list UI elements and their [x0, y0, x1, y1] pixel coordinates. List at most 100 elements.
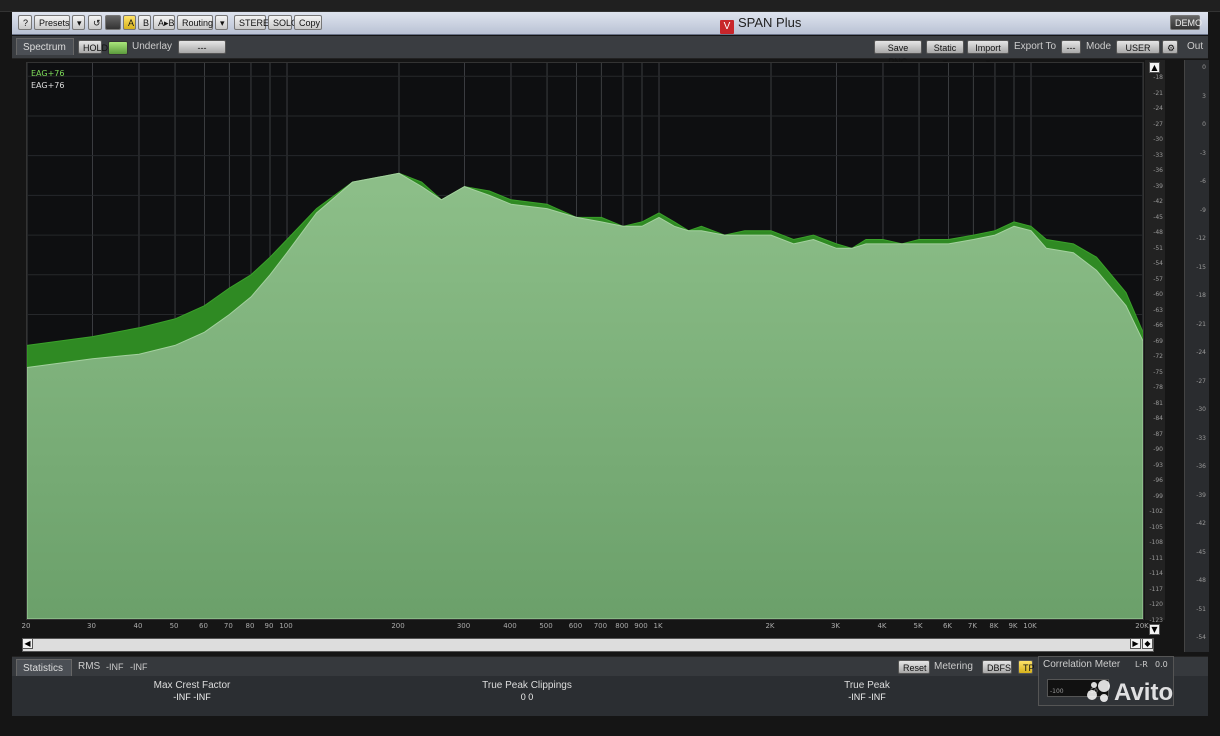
true-peak-toggle[interactable]: TP — [1018, 660, 1035, 674]
true-peak-value: -INF -INF — [848, 692, 886, 702]
out-tick-label: -18 — [1196, 292, 1206, 299]
true-peak-clippings: True Peak Clippings 0 0 — [462, 680, 592, 702]
a-button[interactable]: A — [123, 15, 136, 30]
zoom-diamond-icon[interactable]: ◆ — [1142, 638, 1153, 649]
lr-label: L-R — [1135, 660, 1148, 669]
db-tick-label: -36 — [1153, 167, 1163, 174]
static-dropdown[interactable]: Static ▾ — [926, 40, 964, 67]
frequency-tick-label: 4K — [877, 622, 887, 630]
tab-out[interactable]: Out — [1187, 40, 1203, 54]
frequency-tick-label: 20K — [1135, 622, 1149, 630]
tab-spectrum[interactable]: Spectrum — [16, 38, 74, 55]
routing-button[interactable]: Routing — [177, 15, 213, 30]
underlay-select[interactable]: --- — [178, 40, 226, 54]
import-dropdown[interactable]: Import ▾ — [967, 40, 1009, 67]
out-tick-label: -24 — [1196, 349, 1206, 356]
settings-gear-icon[interactable]: ⚙ — [1162, 40, 1178, 54]
frequency-tick-label: 50 — [169, 622, 179, 630]
db-tick-label: -42 — [1153, 198, 1163, 205]
presets-dropdown-button[interactable]: ▾ — [72, 15, 85, 30]
frequency-tick-label: 60 — [199, 622, 208, 630]
horizontal-scrollbar[interactable]: ◀ ▶ ◆ — [22, 638, 1154, 652]
frequency-tick-label: 9K — [1008, 622, 1018, 630]
out-tick-label: -33 — [1196, 434, 1206, 442]
frequency-tick-label: 80 — [245, 622, 255, 630]
db-tick-label: -99 — [1153, 492, 1163, 500]
tab-statistics[interactable]: Statistics — [16, 659, 72, 676]
frequency-tick-label: 40 — [133, 622, 143, 630]
correlation-label: Correlation Meter — [1043, 659, 1121, 670]
db-tick-label: -87 — [1153, 430, 1163, 438]
help-button[interactable]: ? — [18, 15, 32, 30]
out-tick-label: -9 — [1200, 206, 1206, 214]
bottom-strip — [0, 718, 1220, 736]
out-tick-label: -36 — [1196, 463, 1206, 470]
stereo-button[interactable]: STEREO — [234, 15, 276, 30]
out-tick-label: -3 — [1200, 149, 1206, 157]
frequency-tick-label: 2K — [765, 622, 775, 630]
db-tick-label: -69 — [1153, 337, 1163, 345]
a-to-b-button[interactable]: A▸B — [153, 15, 175, 30]
frequency-tick-label: 30 — [87, 622, 96, 630]
db-tick-label: -27 — [1153, 120, 1163, 128]
out-tick-label: -39 — [1196, 491, 1206, 499]
db-tick-label: -51 — [1153, 244, 1163, 252]
mode-label: Mode — [1086, 41, 1112, 52]
db-tick-label: -48 — [1153, 229, 1163, 236]
undo-icon[interactable]: ↺ — [88, 15, 102, 30]
frequency-tick-label: 6K — [942, 622, 953, 630]
metering-label: Metering — [934, 661, 973, 672]
db-tick-label: -108 — [1149, 539, 1163, 546]
max-crest-factor: Max Crest Factor -INF -INF — [132, 680, 252, 702]
db-tick-label: -45 — [1153, 213, 1163, 221]
mode-select[interactable]: USER — [1116, 40, 1160, 54]
frequency-tick-label: 800 — [615, 622, 629, 630]
db-tick-label: -18 — [1153, 74, 1163, 81]
out-tick-label: -12 — [1196, 235, 1206, 242]
hold-button[interactable]: HOLD — [78, 40, 108, 54]
export-to-label: Export To — [1014, 41, 1057, 52]
solo-button[interactable]: SOLO — [268, 15, 298, 30]
db-tick-label: -33 — [1153, 151, 1163, 159]
reset-button[interactable]: Reset — [898, 660, 930, 674]
scale-down-arrow-icon[interactable]: ▼ — [1149, 624, 1160, 635]
db-tick-label: -111 — [1149, 554, 1163, 562]
routing-dropdown-button[interactable]: ▾ — [215, 15, 228, 30]
b-button[interactable]: B — [138, 15, 151, 30]
scroll-left-arrow-icon[interactable]: ◀ — [22, 638, 33, 649]
presets-button[interactable]: Presets — [34, 15, 70, 30]
save-png-button[interactable]: Save PNG — [874, 40, 922, 67]
out-tick-label: -21 — [1196, 320, 1206, 328]
db-tick-label: -96 — [1153, 477, 1163, 484]
db-scale[interactable]: ▲ ▼ -18 -21 -24 -27 -30 -33 -36 -39 -42 -45 -48 -51… — [1145, 60, 1165, 635]
underlay-color-toggle[interactable] — [108, 41, 128, 55]
legend-entry-1: EAG+76 — [31, 69, 64, 78]
frequency-tick-label: 10K — [1023, 622, 1037, 630]
db-tick-label: -39 — [1153, 182, 1163, 190]
db-tick-label: -81 — [1153, 399, 1163, 407]
frequency-tick-label: 90 — [264, 622, 274, 630]
db-tick-label: -102 — [1149, 508, 1163, 515]
rms-left-value: -INF — [106, 662, 124, 672]
frequency-tick-label: 8K — [989, 622, 999, 630]
rms-label: RMS — [78, 661, 101, 672]
frequency-tick-label: 20 — [21, 622, 31, 630]
host-title-strip — [0, 0, 1220, 12]
db-tick-label: -78 — [1153, 384, 1163, 391]
preset-slot-button[interactable] — [105, 15, 121, 30]
underlay-label: Underlay — [132, 41, 173, 52]
statistics-bar: Statistics RMS -INF -INF Reset Metering … — [12, 656, 1208, 677]
demo-badge: DEMO — [1170, 15, 1202, 30]
spectrum-display[interactable]: EAG+76 EAG+76 — [26, 62, 1144, 620]
scroll-right-arrow-icon[interactable]: ▶ — [1130, 638, 1141, 649]
out-tick-label: -15 — [1196, 263, 1206, 271]
frequency-tick-label: 7K — [967, 622, 977, 630]
db-tick-label: -66 — [1153, 322, 1163, 329]
app-title: V SPAN Plus — [720, 14, 801, 34]
export-to-select[interactable]: --- — [1061, 40, 1081, 54]
metering-select[interactable]: DBFS — [982, 660, 1012, 674]
copy-button[interactable]: Copy — [294, 15, 322, 30]
voxengo-logo-icon: V — [720, 20, 734, 34]
frequency-tick-label: 70 — [223, 622, 233, 630]
scale-up-arrow-icon[interactable]: ▲ — [1149, 62, 1160, 73]
